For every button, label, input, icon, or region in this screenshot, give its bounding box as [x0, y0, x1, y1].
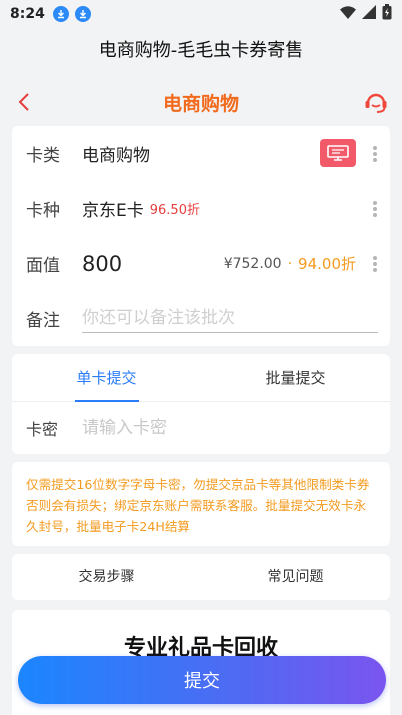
price-info: ¥752.00 · 94.00折	[224, 236, 356, 291]
dot-separator: ·	[287, 255, 293, 272]
status-time: 8:24	[10, 6, 45, 22]
card-kind-row[interactable]: 卡种 京东E卡 96.50折	[12, 181, 390, 236]
face-value-label: 面值	[26, 256, 60, 276]
more-icon[interactable]	[372, 199, 378, 219]
submit-button[interactable]: 提交	[18, 656, 386, 704]
nav-bar: 电商购物	[0, 84, 402, 120]
more-icon[interactable]	[372, 254, 378, 274]
card-password-input[interactable]	[82, 417, 362, 438]
price: ¥752.00	[223, 255, 282, 272]
help-links: 交易步骤 常见问题	[12, 554, 390, 600]
price-discount: 94.00折	[298, 255, 356, 273]
card-info-form: 卡类 电商购物 卡种 京东E卡 96.50折 面值 800 ¥752.00 · …	[12, 126, 390, 346]
card-type-label: 卡类	[26, 146, 60, 166]
face-value-row[interactable]: 面值 800 ¥752.00 · 94.00折	[12, 236, 390, 291]
card-type-value: 电商购物	[82, 146, 150, 166]
remark-row: 备注	[12, 291, 390, 346]
back-arrow-icon[interactable]	[14, 90, 38, 114]
notice-text: 仅需提交16位数字字母卡密，勿提交京品卡等其他限制类卡券否则会有损失；绑定京东账…	[12, 462, 390, 546]
submit-mode-card: 单卡提交 批量提交 卡密	[12, 354, 390, 454]
card-password-label: 卡密	[26, 419, 59, 439]
more-icon[interactable]	[372, 144, 378, 164]
faq-link[interactable]: 常见问题	[201, 554, 390, 600]
trade-steps-link[interactable]: 交易步骤	[12, 554, 201, 600]
remark-label: 备注	[26, 311, 60, 331]
card-type-row[interactable]: 卡类 电商购物	[12, 126, 390, 181]
tab-batch-submit[interactable]: 批量提交	[201, 354, 390, 401]
card-password-row: 卡密	[12, 402, 390, 453]
signal-icon	[362, 5, 376, 23]
customer-service-icon[interactable]	[362, 88, 390, 116]
wifi-icon	[340, 5, 356, 23]
card-kind-label: 卡种	[26, 201, 60, 221]
download-icon	[74, 6, 91, 22]
app-title: 电商购物-毛毛虫卡券寄售	[98, 40, 304, 61]
status-bar: 8:24	[0, 0, 402, 28]
remark-input[interactable]	[82, 304, 378, 333]
page-title: 电商购物	[162, 92, 239, 115]
card-kind-discount: 96.50折	[149, 203, 200, 218]
face-value: 800	[82, 251, 123, 276]
monitor-icon	[320, 139, 356, 167]
download-icon	[52, 6, 69, 22]
battery-icon	[382, 4, 392, 24]
tab-single-submit[interactable]: 单卡提交	[12, 354, 201, 402]
card-kind-value: 京东E卡	[82, 201, 144, 221]
submit-tabs: 单卡提交 批量提交	[12, 354, 390, 402]
